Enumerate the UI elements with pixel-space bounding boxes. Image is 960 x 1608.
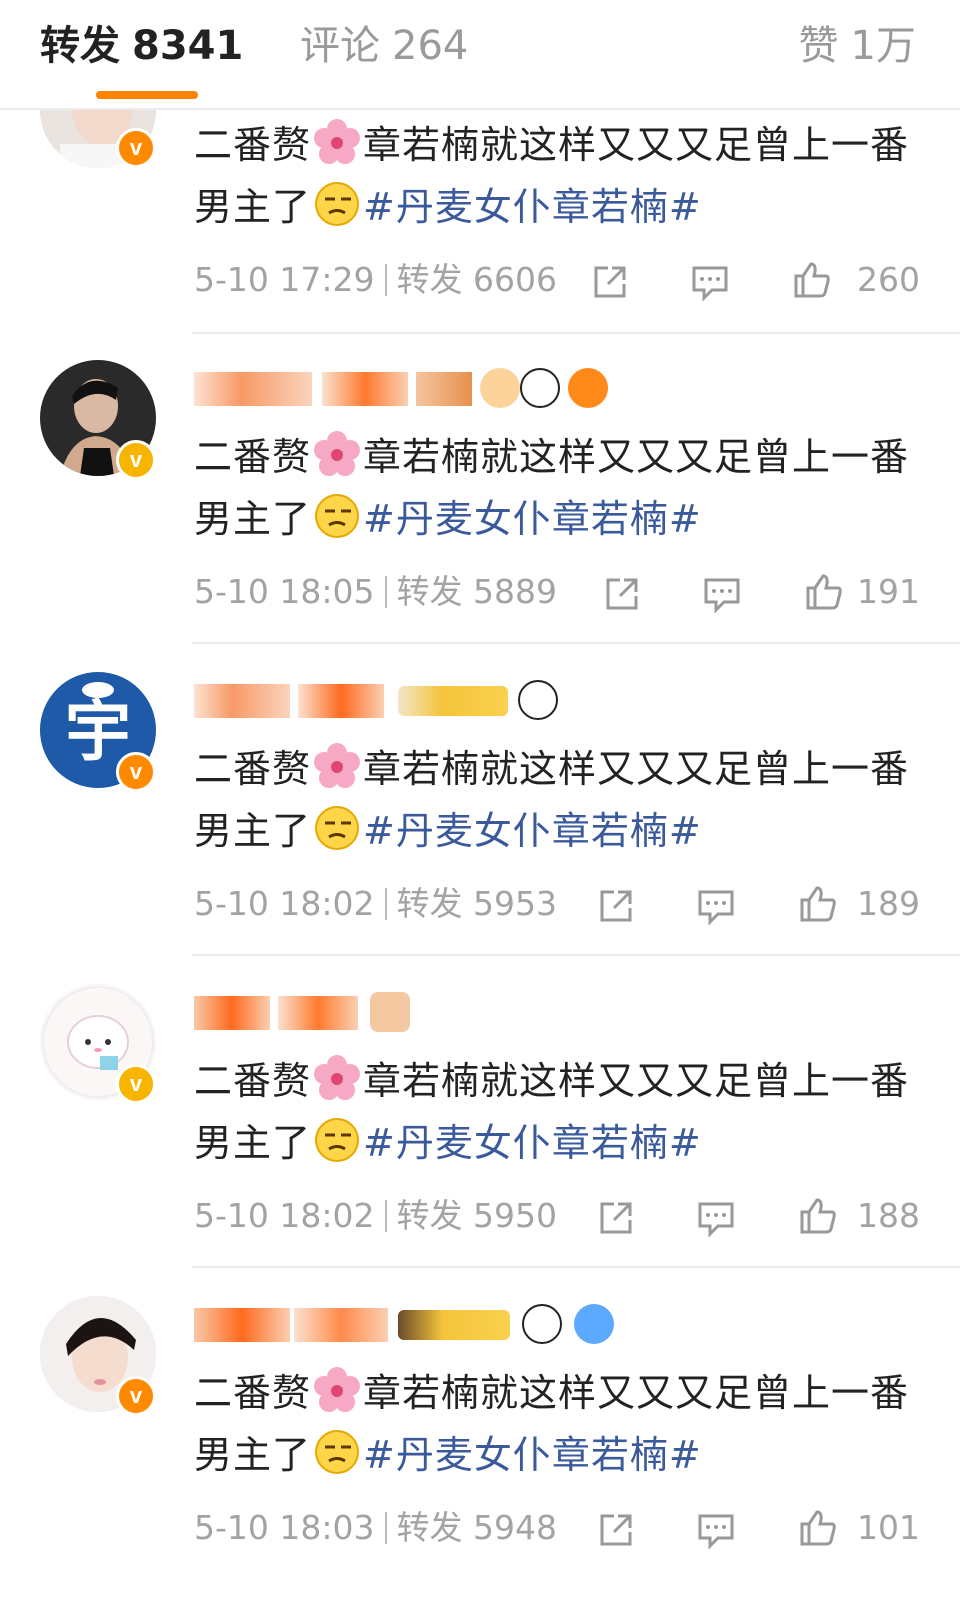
panda-icon — [518, 680, 558, 720]
hashtag-link[interactable]: #丹麦女仆章若楠# — [363, 1433, 702, 1477]
hashtag-link[interactable]: #丹麦女仆章若楠# — [363, 1121, 702, 1165]
badge-icon — [370, 992, 410, 1032]
thinking-face-icon — [315, 806, 360, 850]
repost-item[interactable]: v 二番赘 章若楠就这样又又又足曾上一番男主了 #丹麦女仆章若楠# 5-10 17:… — [0, 52, 960, 384]
cherry-blossom-icon — [314, 743, 361, 788]
meta-row: 5-10 17:29 转发 6606 260 — [194, 250, 920, 310]
verified-badge-icon: v — [116, 752, 156, 792]
comment-total: 264 — [392, 23, 469, 69]
like-icon[interactable] — [798, 1508, 838, 1548]
repost-total: 8341 — [132, 23, 244, 69]
timestamp: 5-10 18:05 — [194, 572, 375, 611]
thinking-face-icon — [315, 182, 360, 226]
share-icon[interactable] — [596, 886, 636, 926]
like-count: 188 — [857, 1196, 920, 1235]
verified-badge-icon: v — [116, 440, 156, 480]
like-icon[interactable] — [792, 260, 832, 300]
repost-text: 二番赘 章若楠就这样又又又足曾上一番男主了 #丹麦女仆章若楠# — [194, 114, 924, 238]
repost-count: 5950 — [473, 1196, 557, 1235]
repost-count: 6606 — [473, 260, 557, 299]
like-count: 101 — [857, 1508, 920, 1547]
tab-bar: 转发 8341 评论 264 赞 1万 — [0, 0, 960, 110]
repost-count: 5953 — [473, 884, 557, 923]
tab-reposts[interactable]: 转发 8341 — [40, 20, 243, 72]
repost-count: 5948 — [473, 1508, 557, 1547]
cherry-blossom-icon — [314, 1055, 361, 1100]
repost-text: 二番赘 章若楠就这样又又又足曾上一番男主了 #丹麦女仆章若楠# — [194, 738, 924, 862]
repost-item[interactable]: v 二番赘 章若楠就这样又又又足曾上一番男主了 #丹麦女仆章若楠# 5-10 18:… — [0, 1296, 960, 1608]
tab-comments[interactable]: 评论 264 — [300, 20, 468, 72]
thinking-face-icon — [315, 1430, 360, 1474]
like-icon[interactable] — [798, 1196, 838, 1236]
tab-likes[interactable]: 赞 1万 — [799, 20, 916, 72]
cherry-blossom-icon — [314, 431, 361, 476]
cherry-blossom-icon — [314, 1367, 361, 1412]
like-icon[interactable] — [804, 572, 844, 612]
like-count: 189 — [857, 884, 920, 923]
repost-text: 二番赘 章若楠就这样又又又足曾上一番男主了 #丹麦女仆章若楠# — [194, 1050, 924, 1174]
thinking-face-icon — [315, 1118, 360, 1162]
username-blurred — [194, 366, 634, 410]
timestamp: 5-10 18:02 — [194, 884, 375, 923]
comment-icon[interactable] — [696, 1198, 736, 1238]
thinking-face-icon — [315, 494, 360, 538]
fish-icon — [568, 368, 608, 408]
timestamp: 5-10 18:03 — [194, 1508, 375, 1547]
repost-item[interactable]: v 二番赘 章若楠就这样又又又足曾上一番男主了 #丹麦女仆章若楠# 5-10 18:… — [0, 360, 960, 672]
active-tab-indicator — [96, 91, 198, 99]
repost-item[interactable]: 宇 v 二番赘 章若楠就这样又又又足曾上一番男主了 #丹麦女仆章若楠# 5-10 1… — [0, 672, 960, 984]
hashtag-link[interactable]: #丹麦女仆章若楠# — [363, 185, 702, 229]
verified-badge-icon: v — [116, 1376, 156, 1416]
share-icon[interactable] — [602, 574, 642, 614]
cherry-blossom-icon — [314, 119, 361, 164]
hashtag-link[interactable]: #丹麦女仆章若楠# — [363, 497, 702, 541]
verified-badge-icon: v — [116, 128, 156, 168]
timestamp: 5-10 17:29 — [194, 260, 375, 299]
panda-icon — [520, 368, 560, 408]
comment-icon[interactable] — [702, 574, 742, 614]
like-icon[interactable] — [798, 884, 838, 924]
meta-row: 5-10 18:03 转发 5948 101 — [194, 1498, 920, 1558]
repost-text: 二番赘 章若楠就这样又又又足曾上一番男主了 #丹麦女仆章若楠# — [194, 426, 924, 550]
repost-text: 二番赘 章若楠就这样又又又足曾上一番男主了 #丹麦女仆章若楠# — [194, 1362, 924, 1486]
share-icon[interactable] — [596, 1510, 636, 1550]
username-blurred — [194, 1302, 634, 1346]
shark-icon — [574, 1304, 614, 1344]
comment-icon[interactable] — [696, 1510, 736, 1550]
hashtag-link[interactable]: #丹麦女仆章若楠# — [363, 809, 702, 853]
repost-list[interactable]: v 二番赘 章若楠就这样又又又足曾上一番男主了 #丹麦女仆章若楠# 5-10 17:… — [0, 0, 960, 1564]
badge-icon — [480, 368, 520, 408]
meta-row: 5-10 18:05 转发 5889 191 — [194, 562, 920, 622]
repost-count: 5889 — [473, 572, 557, 611]
comment-icon[interactable] — [690, 262, 730, 302]
share-icon[interactable] — [596, 1198, 636, 1238]
timestamp: 5-10 18:02 — [194, 1196, 375, 1235]
like-total: 1万 — [850, 23, 916, 69]
panda-icon — [522, 1304, 562, 1344]
like-count: 191 — [857, 572, 920, 611]
meta-row: 5-10 18:02 转发 5950 188 — [194, 1186, 920, 1246]
like-count: 260 — [857, 260, 920, 299]
comment-icon[interactable] — [696, 886, 736, 926]
meta-row: 5-10 18:02 转发 5953 189 — [194, 874, 920, 934]
verified-badge-icon: v — [116, 1064, 156, 1104]
share-icon[interactable] — [590, 262, 630, 302]
username-blurred — [194, 678, 634, 722]
repost-item[interactable]: v 二番赘 章若楠就这样又又又足曾上一番男主了 #丹麦女仆章若楠# 5-10 18:… — [0, 984, 960, 1296]
username-blurred — [194, 990, 634, 1034]
